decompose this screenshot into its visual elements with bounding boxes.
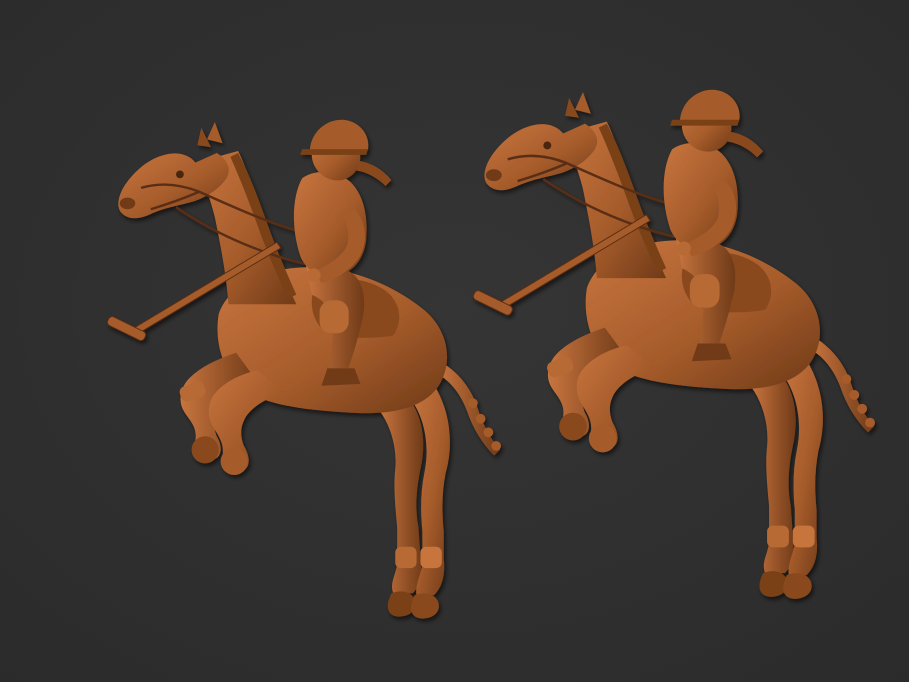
render-viewport: [0, 0, 909, 682]
relief-render: [0, 0, 909, 682]
